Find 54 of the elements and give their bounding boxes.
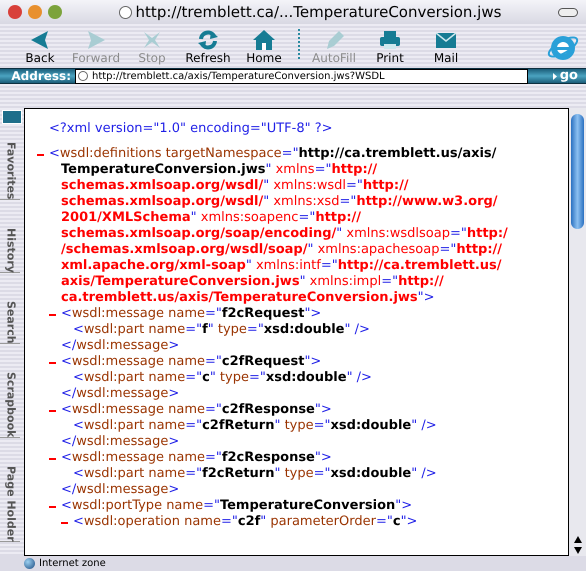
scrollbar[interactable] xyxy=(569,108,586,556)
code-line: /schemas.xmlsoap.org/wsdl/soap/" xmlns:apachesoap="http:// xyxy=(61,242,504,258)
code-line: </wsdl:message> xyxy=(61,338,180,354)
sidebar-tab[interactable]: Search xyxy=(0,300,20,344)
back-button[interactable]: Back xyxy=(12,29,68,65)
code-line: </wsdl:message> xyxy=(61,434,180,450)
sidebar-toggle-icon[interactable] xyxy=(2,110,22,124)
code-line: <wsdl:message name="c2fRequest"> xyxy=(61,354,322,370)
code-line: ca.tremblett.us/axis/TemperatureConversion.jws"> xyxy=(61,290,436,306)
printer-icon xyxy=(378,29,402,51)
home-button[interactable]: Home xyxy=(236,29,292,65)
sidebar-tab[interactable]: History xyxy=(0,228,20,274)
code-line: schemas.xmlsoap.org/wsdl/" xmlns:xsd="http://www.w3.org/ xyxy=(61,194,499,210)
toolbar-toggle-button[interactable] xyxy=(558,8,578,16)
code-line: <wsdl:portType name="TemperatureConversion"> xyxy=(61,498,414,514)
scroll-thumb[interactable] xyxy=(571,114,584,229)
code-line: <wsdl:message name="c2fResponse"> xyxy=(61,402,333,418)
code-line: </wsdl:message> xyxy=(61,482,180,498)
code-line: <wsdl:part name="f" type="xsd:double" /> xyxy=(73,322,371,338)
code-line: axis/TemperatureConversion.jws" xmlns:impl="http:// xyxy=(61,274,445,290)
globe-icon xyxy=(24,558,35,569)
scroll-down-icon[interactable] xyxy=(574,547,582,554)
address-field[interactable]: http://tremblett.ca/axis/TemperatureConversion.jws?WSDL xyxy=(75,68,528,84)
code-line: </wsdl:message> xyxy=(61,386,180,402)
code-line: xml.apache.org/xml-soap" xmlns:intf="http://ca.tremblett.us/ xyxy=(61,258,502,274)
code-line: <wsdl:operation name="c2f" parameterOrder="c"> xyxy=(73,514,418,530)
print-button[interactable]: Print xyxy=(362,29,418,65)
refresh-button[interactable]: Refresh xyxy=(180,29,236,65)
zoom-button[interactable] xyxy=(48,5,62,19)
close-button[interactable] xyxy=(8,5,22,19)
code-line: schemas.xmlsoap.org/soap/encoding/" xmlns:wsdlsoap="http:/ xyxy=(61,226,509,242)
sidebar-tab[interactable]: Scrapbook xyxy=(0,372,20,438)
code-line: <wsdl:message name="f2cRequest"> xyxy=(61,306,322,322)
sidebar-tab[interactable]: Favorites xyxy=(0,142,20,200)
scroll-up-icon[interactable] xyxy=(574,536,582,543)
chevron-icon xyxy=(552,72,557,80)
sidebar-tab[interactable]: Page Holder xyxy=(0,466,20,542)
code-line: <?xml version="1.0" encoding="UTF-8" ?> xyxy=(49,121,334,137)
code-line: <wsdl:message name="f2cResponse"> xyxy=(61,450,333,466)
code-line: schemas.xmlsoap.org/wsdl/" xmlns:wsdl="http:// xyxy=(61,178,410,194)
code-line: <wsdl:part name="f2cReturn" type="xsd:double" /> xyxy=(73,466,438,482)
go-button[interactable]: go xyxy=(552,69,578,83)
code-line: <wsdl:part name="c2fReturn" type="xsd:double" /> xyxy=(73,418,438,434)
window-title: http://tremblett.ca/...TemperatureConversion.jws xyxy=(136,2,502,23)
address-label: Address: xyxy=(10,68,72,85)
status-text: Internet zone xyxy=(39,557,106,571)
refresh-icon xyxy=(196,29,220,51)
mail-button[interactable]: Mail xyxy=(418,29,474,65)
code-line: <wsdl:definitions targetNamespace="http://ca.tremblett.us/axis/ xyxy=(49,146,498,162)
code-line: 2001/XMLSchema" xmlns:soapenc="http:// xyxy=(61,210,362,226)
minimize-button[interactable] xyxy=(28,5,42,19)
house-icon xyxy=(252,29,276,51)
code-line: TemperatureConversion.jws" xmlns="http:// xyxy=(61,162,378,178)
code-line: <wsdl:part name="c" type="xsd:double" /> xyxy=(73,370,373,386)
